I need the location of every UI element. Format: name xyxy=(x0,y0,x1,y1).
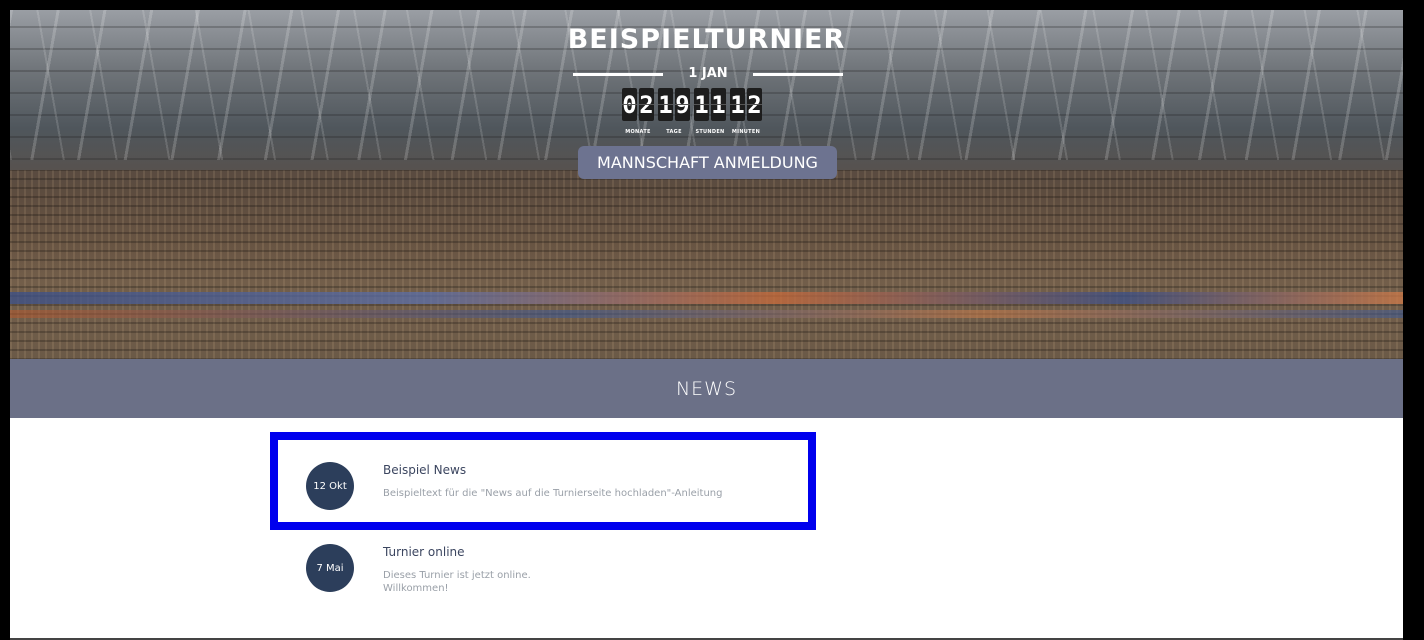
countdown-digit: 9 xyxy=(675,88,690,121)
countdown-digit: 1 xyxy=(658,88,673,121)
countdown-digit: 1 xyxy=(711,88,726,121)
countdown-digit: 2 xyxy=(747,88,762,121)
countdown-label: STUNDEN xyxy=(695,129,725,135)
countdown-hours: 1 1 STUNDEN xyxy=(694,88,726,135)
countdown-label: TAGE xyxy=(666,129,682,135)
date-divider-right xyxy=(753,73,843,76)
countdown-digit: 0 xyxy=(622,88,637,121)
news-date-badge: 7 Mai xyxy=(306,544,354,592)
countdown-digit: 1 xyxy=(694,88,709,121)
countdown-months: 0 2 MONATE xyxy=(622,88,654,135)
news-item[interactable]: 12 Okt Beispiel News Beispieltext für di… xyxy=(270,432,816,530)
news-text-line: Dieses Turnier ist jetzt online. xyxy=(383,570,531,581)
news-text: Dieses Turnier ist jetzt online. Willkom… xyxy=(383,569,803,595)
stadium-ad-band xyxy=(10,292,1403,304)
news-item[interactable]: 7 Mai Turnier online Dieses Turnier ist … xyxy=(278,522,808,604)
news-date-badge: 12 Okt xyxy=(306,462,354,510)
countdown-days: 1 9 TAGE xyxy=(658,88,690,135)
countdown-label: MINUTEN xyxy=(731,129,761,135)
tournament-date-row: 1 JAN xyxy=(573,66,843,82)
news-text: Beispieltext für die "News auf die Turni… xyxy=(383,488,723,499)
countdown-minutes: 1 2 MINUTEN xyxy=(730,88,762,135)
team-registration-button[interactable]: MANNSCHAFT ANMELDUNG xyxy=(578,146,837,179)
countdown-digit: 1 xyxy=(730,88,745,121)
hero-banner: BEISPIELTURNIER 1 JAN 0 2 MONATE 1 9 TAG… xyxy=(10,10,1403,359)
news-title[interactable]: Beispiel News xyxy=(383,463,466,477)
countdown-digit: 2 xyxy=(639,88,654,121)
news-text-line: Willkommen! xyxy=(383,583,449,594)
page-frame: BEISPIELTURNIER 1 JAN 0 2 MONATE 1 9 TAG… xyxy=(10,10,1403,640)
stadium-stands-image xyxy=(10,170,1403,359)
stadium-ad-band-lower xyxy=(10,310,1403,318)
countdown-label: MONATE xyxy=(625,129,651,135)
countdown-timer: 0 2 MONATE 1 9 TAGE 1 1 STUNDEN 1 2 MINU… xyxy=(622,88,762,135)
news-title[interactable]: Turnier online xyxy=(383,545,465,559)
tournament-title: BEISPIELTURNIER xyxy=(567,24,846,55)
news-list: 12 Okt Beispiel News Beispieltext für di… xyxy=(270,432,816,604)
news-section-header: NEWS xyxy=(10,359,1403,418)
